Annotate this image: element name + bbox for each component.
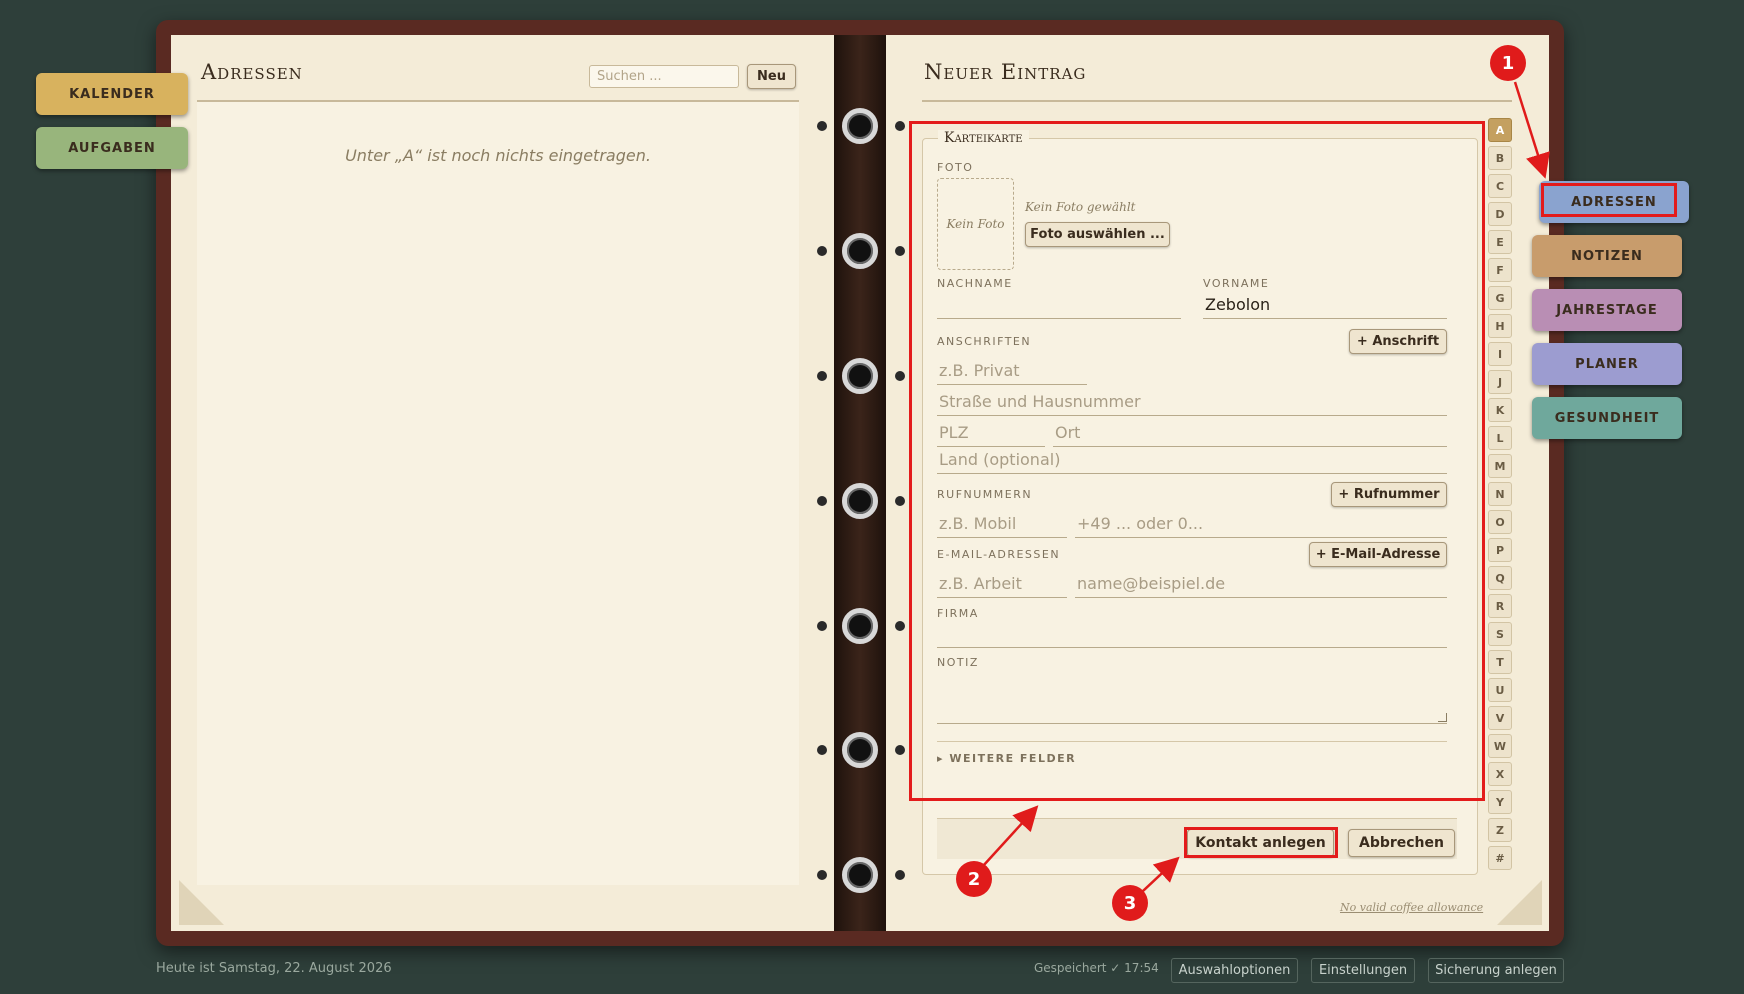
annotation-badge-1: 1 xyxy=(1490,45,1526,81)
annotation-badge-3: 3 xyxy=(1112,885,1148,921)
annotation-arrows xyxy=(982,81,1550,892)
arrow-1 xyxy=(1513,81,1550,179)
arrow-2 xyxy=(982,805,1039,867)
annotation-badge-2: 2 xyxy=(956,861,992,897)
arrow-3 xyxy=(1142,856,1180,892)
